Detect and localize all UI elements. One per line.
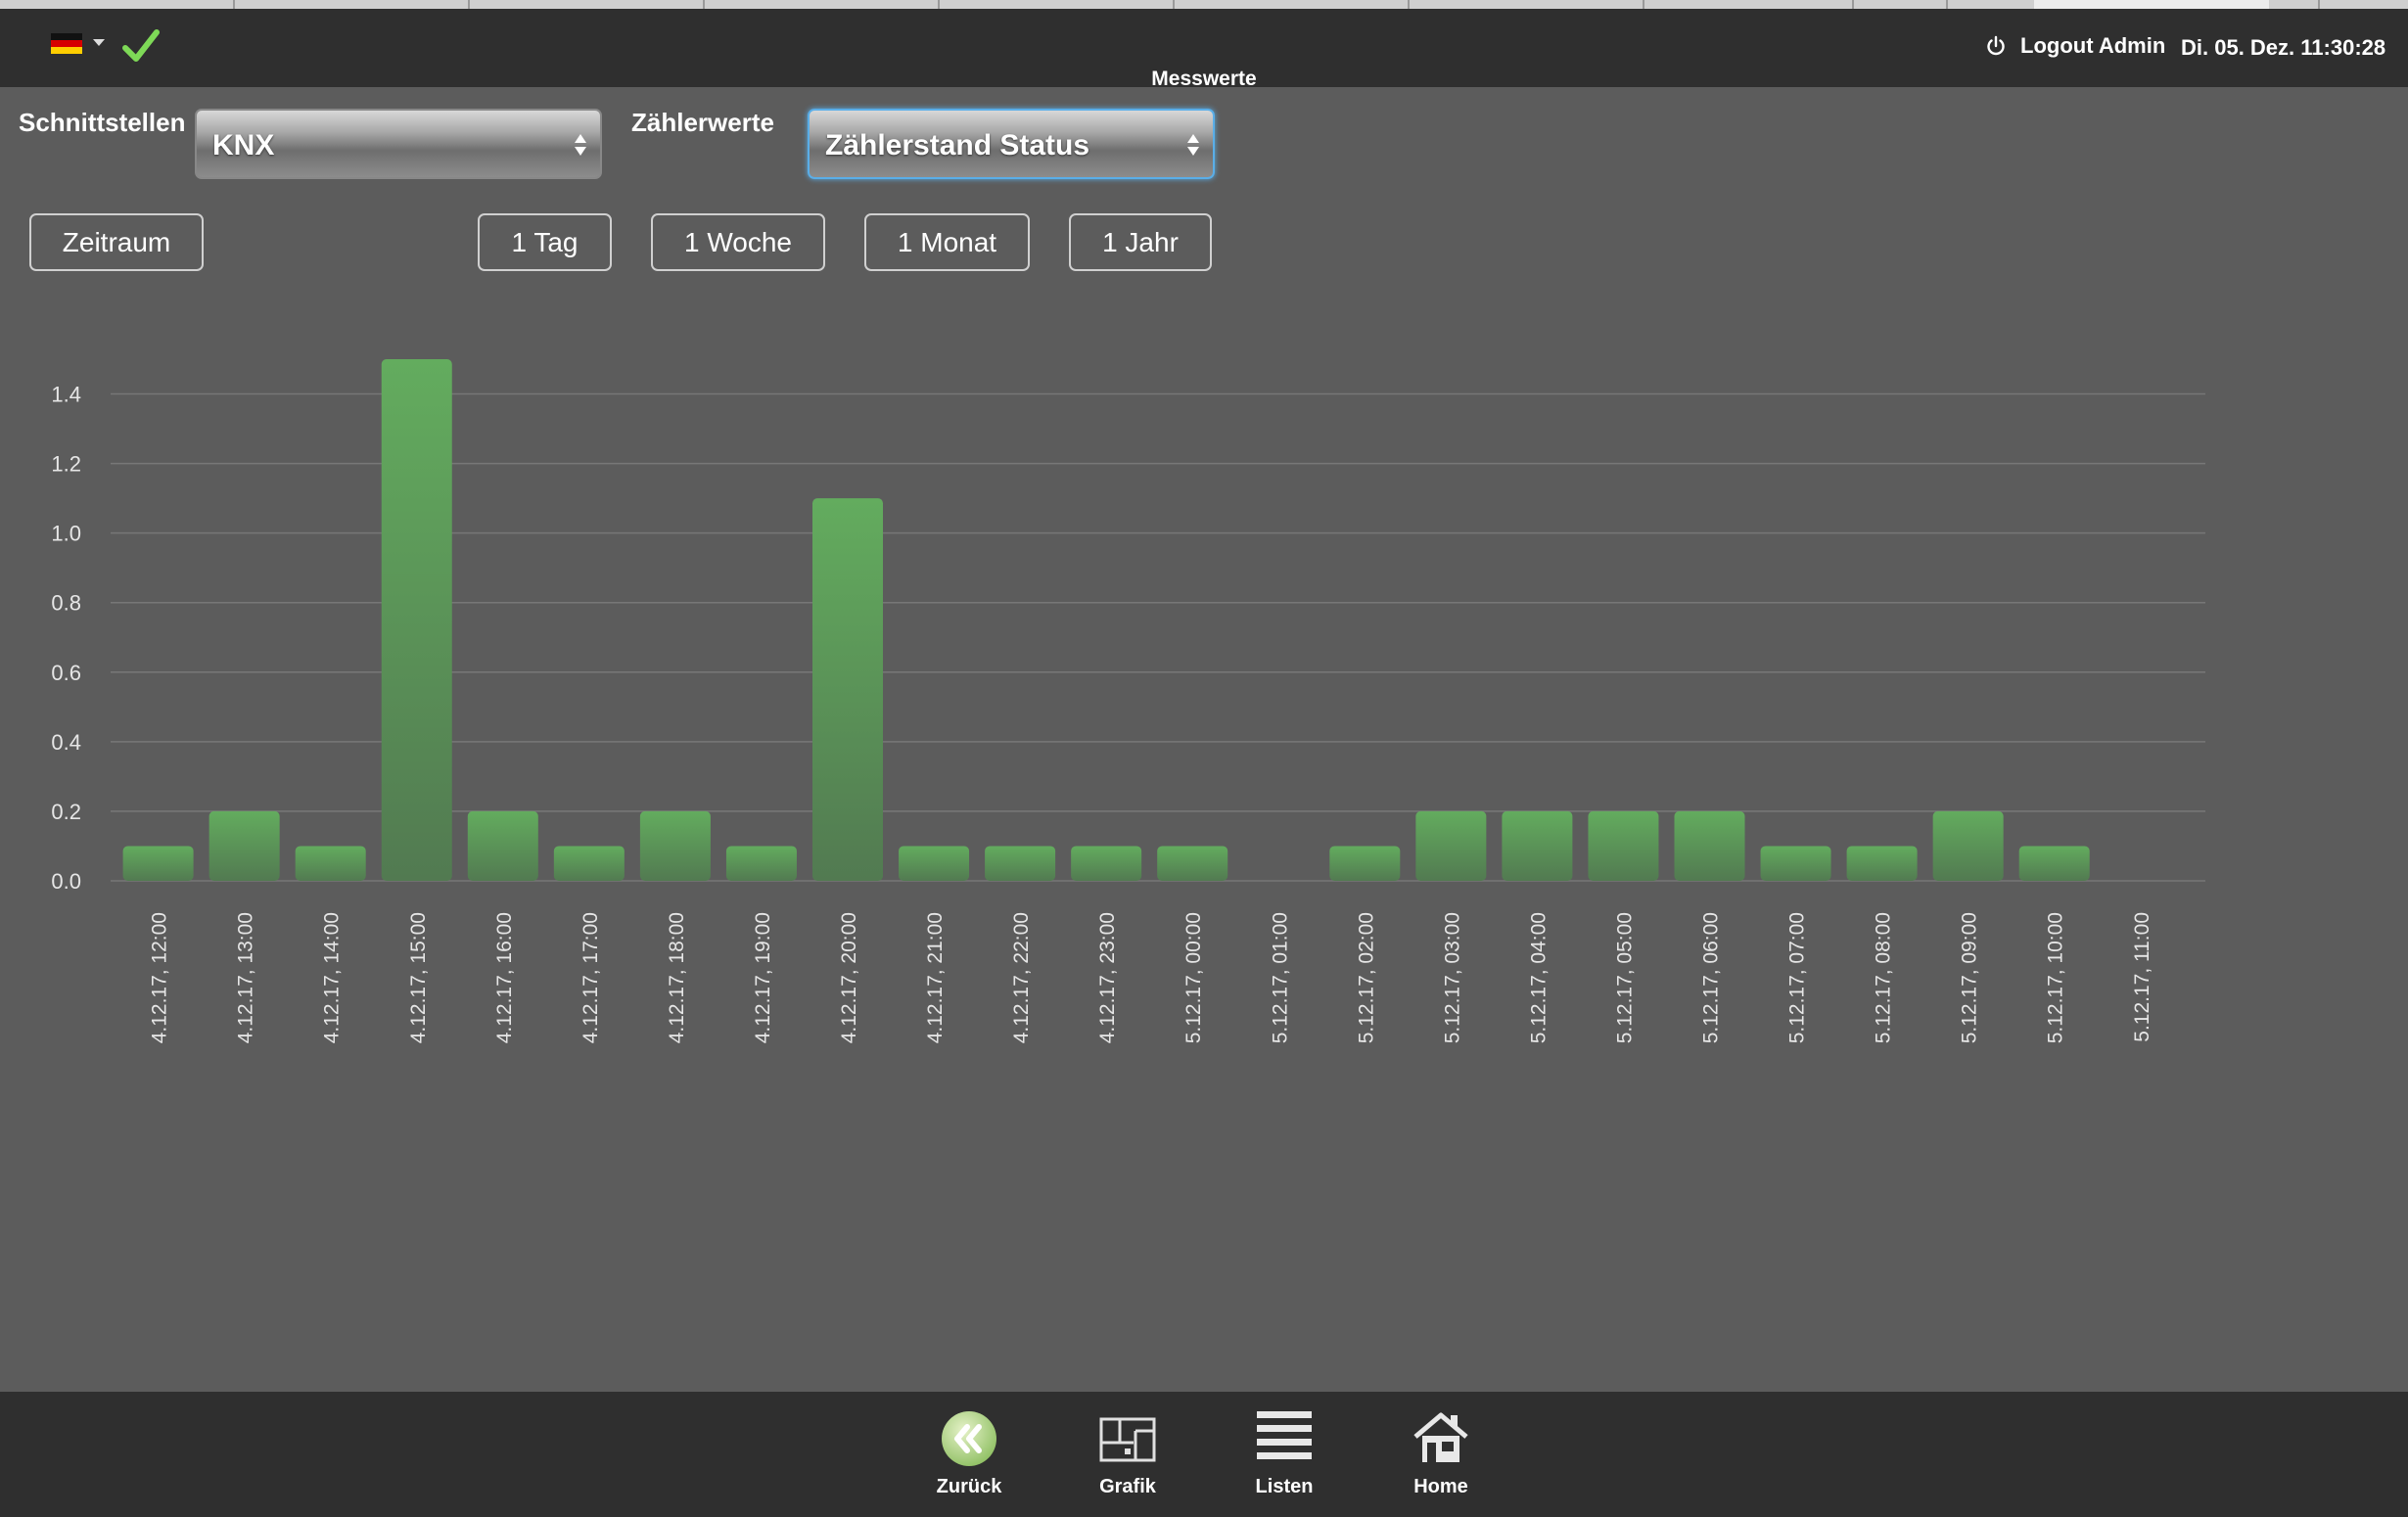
- x-tick-label: 5.12.17, 09:00: [1959, 912, 1981, 1043]
- y-tick-label: 0.2: [51, 800, 81, 824]
- x-tick-label: 4.12.17, 20:00: [838, 912, 860, 1043]
- x-tick-label: 4.12.17, 22:00: [1010, 912, 1033, 1043]
- y-tick-label: 1.0: [51, 522, 81, 546]
- x-tick-label: 5.12.17, 07:00: [1786, 912, 1809, 1043]
- bar: [639, 810, 711, 881]
- one-year-button[interactable]: 1 Jahr: [1069, 213, 1212, 271]
- bar: [122, 846, 194, 881]
- x-tick-label: 4.12.17, 19:00: [752, 912, 774, 1043]
- custom-range-button[interactable]: Zeitraum: [29, 213, 204, 271]
- x-tick-label: 5.12.17, 01:00: [1269, 912, 1291, 1043]
- home-icon: [1413, 1412, 1468, 1462]
- back-icon: [942, 1411, 996, 1466]
- bar: [1674, 810, 1745, 881]
- bar: [899, 846, 970, 881]
- x-tick-label: 5.12.17, 00:00: [1182, 912, 1205, 1043]
- datetime: Di. 05. Dez. 11:30:28: [2181, 35, 2386, 60]
- one-week-button[interactable]: 1 Woche: [651, 213, 825, 271]
- one-month-button[interactable]: 1 Monat: [864, 213, 1030, 271]
- language-dropdown-caret-icon[interactable]: [93, 39, 105, 46]
- x-tick-label: 4.12.17, 18:00: [666, 912, 688, 1043]
- graphic-nav-button[interactable]: Grafik: [1069, 1409, 1186, 1498]
- home-nav-button[interactable]: Home: [1382, 1409, 1500, 1498]
- bar: [985, 846, 1056, 881]
- x-tick-label: 5.12.17, 06:00: [1700, 912, 1723, 1043]
- bar: [1760, 846, 1831, 881]
- x-tick-label: 4.12.17, 16:00: [493, 912, 516, 1043]
- back-nav-button[interactable]: Zurück: [910, 1409, 1028, 1498]
- power-icon: [1987, 35, 2005, 56]
- lists-nav-button[interactable]: Listen: [1226, 1409, 1343, 1498]
- bar: [2018, 846, 2090, 881]
- y-tick-label: 0.8: [51, 591, 81, 616]
- bar: [208, 810, 280, 881]
- x-tick-label: 4.12.17, 14:00: [321, 912, 344, 1043]
- lists-nav-label: Listen: [1255, 1476, 1314, 1497]
- logout-button[interactable]: Logout Admin: [1985, 33, 2165, 59]
- x-tick-label: 4.12.17, 15:00: [407, 912, 430, 1043]
- select-arrows-icon: [575, 134, 588, 156]
- top-bar: Messwerte Logout Admin Di. 05. Dez. 11:3…: [0, 9, 2408, 90]
- bar: [1415, 810, 1487, 881]
- logout-label: Logout Admin: [2020, 33, 2166, 58]
- x-tick-label: 5.12.17, 10:00: [2045, 912, 2067, 1043]
- x-tick-label: 5.12.17, 02:00: [1355, 912, 1377, 1043]
- meter-values-select[interactable]: Zählerstand Status: [808, 109, 1215, 179]
- x-tick-label: 5.12.17, 08:00: [1873, 912, 1895, 1043]
- browser-tab-strip: [0, 0, 2408, 9]
- bar: [381, 359, 452, 881]
- y-tick-label: 0.4: [51, 730, 81, 755]
- meter-values-select-value: Zählerstand Status: [825, 129, 1090, 161]
- x-tick-label: 4.12.17, 12:00: [149, 912, 171, 1043]
- y-tick-label: 1.2: [51, 452, 81, 477]
- x-tick-label: 4.12.17, 23:00: [1096, 912, 1119, 1043]
- x-tick-label: 4.12.17, 13:00: [235, 912, 257, 1043]
- bar: [1329, 846, 1401, 881]
- bar: [1588, 810, 1659, 881]
- back-nav-label: Zurück: [936, 1476, 1002, 1497]
- bar: [1157, 846, 1228, 881]
- graphic-nav-label: Grafik: [1099, 1476, 1156, 1497]
- bottom-nav-bar: Zurück Grafik Listen Home: [0, 1392, 2408, 1517]
- floorplan-icon: [1099, 1417, 1156, 1462]
- bar: [1502, 810, 1573, 881]
- german-flag-icon[interactable]: [51, 33, 82, 54]
- bar: [725, 846, 797, 881]
- bar: [1071, 846, 1142, 881]
- x-tick-label: 4.12.17, 17:00: [579, 912, 602, 1043]
- interfaces-select-value: KNX: [212, 129, 275, 161]
- bar: [467, 810, 538, 881]
- list-icon: [1257, 1411, 1312, 1459]
- bar: [1932, 810, 2004, 881]
- y-tick-label: 0.0: [51, 869, 81, 894]
- x-tick-label: 4.12.17, 21:00: [924, 912, 947, 1043]
- bar: [1846, 846, 1918, 881]
- one-day-button[interactable]: 1 Tag: [478, 213, 612, 271]
- home-nav-label: Home: [1413, 1476, 1468, 1497]
- x-tick-label: 5.12.17, 04:00: [1527, 912, 1550, 1043]
- page-title: Messwerte: [1151, 68, 1257, 90]
- bar: [812, 498, 883, 881]
- meter-bar-chart: 0.0 0.2 0.4 0.6 0.8 1.0 1.2 1.4 4.12.17, 12:00 4.…: [51, 359, 2205, 1043]
- x-tick-label: 5.12.17, 05:00: [1613, 912, 1636, 1043]
- y-tick-label: 0.6: [51, 661, 81, 685]
- interfaces-label: Schnittstellen: [19, 108, 186, 137]
- x-tick-label: 5.12.17, 03:00: [1441, 912, 1463, 1043]
- select-arrows-icon: [1187, 134, 1201, 156]
- status-check-icon: [122, 29, 160, 62]
- bar: [295, 846, 366, 881]
- x-tick-label: 5.12.17, 11:00: [2131, 912, 2153, 1042]
- y-tick-label: 1.4: [51, 383, 81, 407]
- bar: [553, 846, 625, 881]
- meter-values-label: Zählerwerte: [631, 108, 774, 137]
- interfaces-select[interactable]: KNX: [195, 109, 602, 179]
